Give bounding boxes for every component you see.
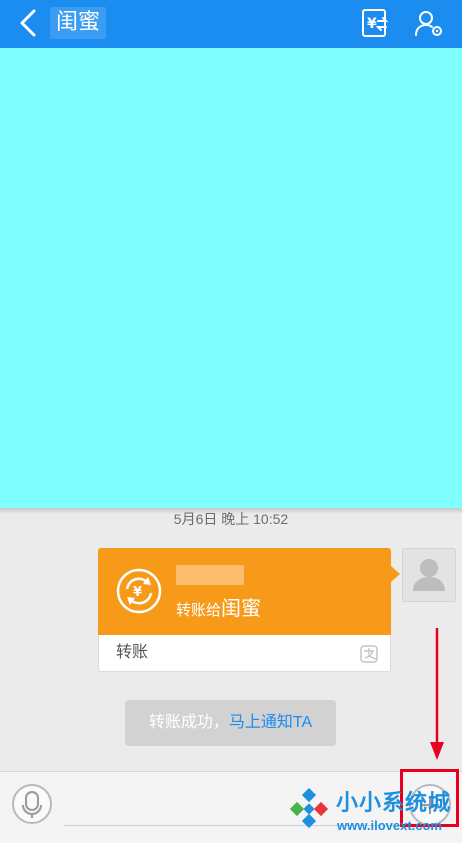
watermark-url: www.ilovext.com xyxy=(337,818,442,833)
chat-title-box: 闺蜜 xyxy=(50,7,107,39)
avatar[interactable] xyxy=(402,548,456,602)
default-avatar-icon xyxy=(413,559,445,591)
voice-button[interactable] xyxy=(12,784,52,824)
microphone-icon xyxy=(22,791,42,818)
transfer-card-body: ¥ 转账给闺蜜 xyxy=(98,548,391,635)
annotation-arrow xyxy=(430,628,444,760)
message-timestamp: 5月6日 晚上 10:52 xyxy=(173,511,289,527)
transfer-recipient: 闺蜜 xyxy=(221,596,262,620)
back-arrow-icon[interactable] xyxy=(14,8,42,38)
blurred-sender-name xyxy=(176,565,244,585)
chat-header: 闺蜜 ¥ xyxy=(0,0,462,48)
watermark-text: 小小系统城 xyxy=(336,790,452,815)
transfer-description: 转账给闺蜜 xyxy=(176,596,261,623)
chat-title: 闺蜜 xyxy=(56,10,101,35)
notify-link[interactable]: 马上通知TA xyxy=(229,714,312,731)
yuan-transfer-icon[interactable]: ¥ xyxy=(359,7,391,39)
transfer-cycle-icon: ¥ xyxy=(116,568,162,614)
transfer-card[interactable]: ¥ 转账给闺蜜 转账 xyxy=(98,548,400,672)
transfer-action-text: 转账给 xyxy=(176,602,222,619)
user-settings-icon[interactable] xyxy=(413,7,445,39)
watermark-logo-icon xyxy=(289,788,329,829)
bubble-tail xyxy=(391,566,400,582)
svg-text:¥: ¥ xyxy=(133,585,142,600)
chat-cover-panel xyxy=(0,48,462,508)
svg-text:¥: ¥ xyxy=(367,16,377,32)
notice-text: 转账成功， xyxy=(148,714,229,731)
alipay-icon xyxy=(360,645,378,663)
transfer-label: 转账 xyxy=(116,644,149,661)
transfer-card-footer: 转账 xyxy=(98,635,391,672)
transfer-success-notice: 转账成功，马上通知TA xyxy=(125,700,336,746)
